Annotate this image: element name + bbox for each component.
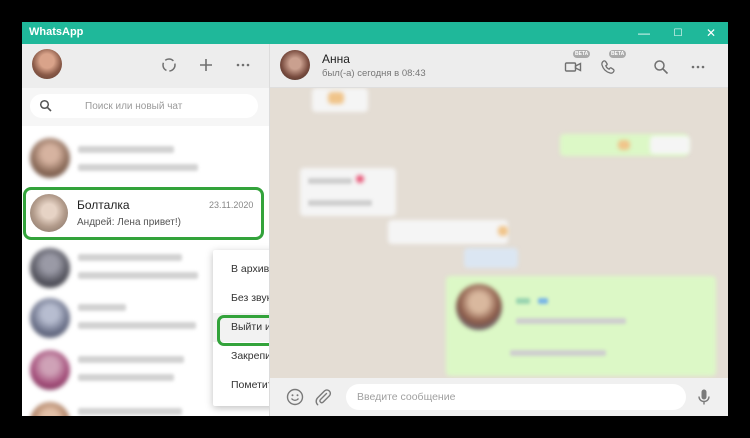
video-beta-badge: BETA [573,50,591,58]
voice-beta-badge: BETA [609,50,627,58]
sidebar-header [22,44,269,88]
contact-avatar[interactable] [280,50,310,80]
conversation-panel: Анна был(-а) сегодня в 08:43 BETA BETA [270,44,728,416]
search-input[interactable] [85,97,253,115]
menu-item-archive[interactable]: В архив [213,255,269,284]
my-avatar[interactable] [32,49,62,79]
minimize-button[interactable]: — [627,22,661,44]
message-bubble [388,220,508,244]
chat-list-item[interactable] [22,132,269,186]
chat-context-menu: В архив Без звука Выйти из группы Закреп… [213,250,269,406]
message-bubble [464,248,518,268]
menu-icon[interactable] [685,54,711,80]
chat-avatar [30,402,70,416]
search-icon [39,99,52,112]
menu-item-pin[interactable]: Закрепить чат [213,342,269,371]
conversation-header: Анна был(-а) сегодня в 08:43 BETA BETA [270,44,728,88]
chat-avatar [30,298,70,338]
whatsapp-window: WhatsApp — ☐ ✕ Поиск или новый чат Болта… [22,22,728,416]
message-bubble [300,168,396,216]
attach-icon[interactable] [312,386,334,408]
message-composer [270,378,728,416]
menu-item-mark-unread[interactable]: Пометить как непрочитанное [213,371,269,400]
menu-icon[interactable] [230,52,256,78]
chat-avatar [30,248,70,288]
microphone-icon[interactable] [693,386,715,408]
status-icon[interactable] [156,52,182,78]
search-box [30,94,258,118]
new-chat-icon[interactable] [193,52,219,78]
chat-avatar [30,350,70,390]
title-bar: WhatsApp — ☐ ✕ [22,22,728,44]
selected-chat-item[interactable] [23,187,264,240]
message-input[interactable] [346,384,686,410]
search-bar [22,88,269,126]
maximize-button[interactable]: ☐ [661,22,695,44]
contact-name[interactable]: Анна [322,52,350,66]
close-button[interactable]: ✕ [694,22,728,44]
emoji-icon[interactable] [284,386,306,408]
chat-avatar [30,138,70,178]
message-area [270,88,728,378]
search-icon[interactable] [648,54,674,80]
chat-list-panel: Болталка 23.11.2020 Андрей: Лена привет!… [22,44,270,416]
window-title: WhatsApp [29,26,84,38]
exit-group-highlight [217,315,269,346]
contact-status: был(-а) сегодня в 08:43 [322,68,426,79]
menu-item-mute[interactable]: Без звука [213,284,269,313]
